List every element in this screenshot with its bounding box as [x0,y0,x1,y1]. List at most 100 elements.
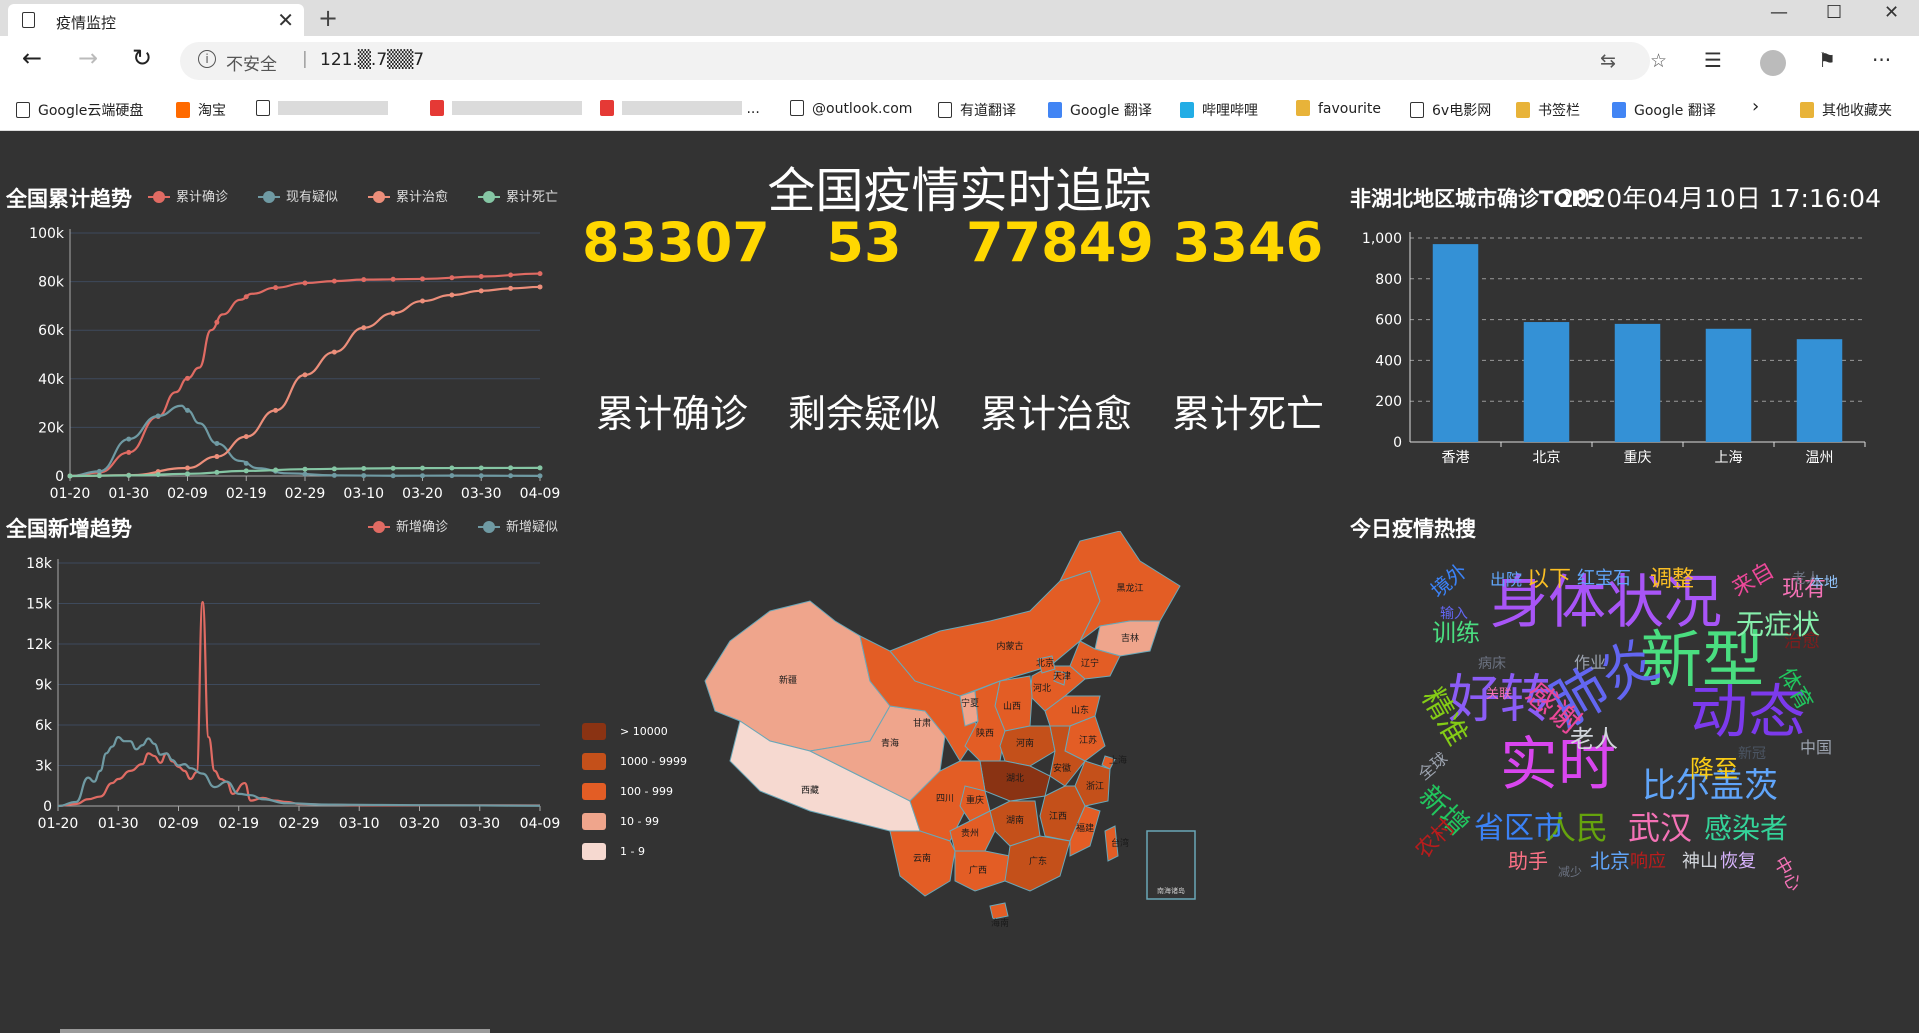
map-legend-item[interactable]: 10 - 99 [582,811,659,831]
minimize-icon[interactable]: — [1770,2,1788,23]
hot-word[interactable]: 省区市 [1474,814,1564,844]
hot-word[interactable]: 新冠 [1738,747,1766,761]
hot-word[interactable]: 老人 [1792,572,1820,586]
security-status: 不安全 [226,55,277,75]
legend-cured[interactable]: 累计治愈 [368,186,448,205]
y-tick-label: 0 [43,799,52,815]
hot-word[interactable]: 治愈 [1784,633,1820,651]
bookmarks-overflow-chevron-icon[interactable]: › [1752,96,1759,117]
bookmark-item[interactable]: favourite [1296,100,1381,117]
bookmark-item[interactable]: 哔哩哔哩 [1180,100,1258,120]
hot-word[interactable]: 关联 [1486,688,1512,701]
bookmark-item[interactable]: ... [600,100,760,117]
new-tab-icon[interactable]: + [318,4,338,32]
doc-icon [16,102,30,118]
bookmark-item[interactable]: 6v电影网 [1410,100,1491,120]
bookmark-item[interactable]: @outlook.com [790,100,912,117]
y-tick-label: 18k [26,556,53,572]
data-point [96,473,102,479]
favorites-list-icon[interactable]: ☰ [1704,48,1722,72]
legend-confirmed[interactable]: 累计确诊 [148,186,228,205]
hot-word[interactable]: 病床 [1478,657,1506,671]
region-hainan[interactable] [989,902,1009,920]
bookmark-item[interactable]: Google 翻译 [1048,100,1152,120]
close-tab-icon[interactable]: ✕ [277,8,294,32]
legend-suspect[interactable]: 现有疑似 [258,186,338,205]
hot-word[interactable]: 调整 [1650,569,1694,591]
region-label: 广东 [1029,855,1047,867]
tab-title: 疫情监控 [56,14,117,32]
region-label: 天津 [1053,671,1071,682]
map-legend-item[interactable]: 1 - 9 [582,841,645,861]
hot-word[interactable]: 减少 [1558,866,1582,878]
hot-word[interactable]: 恢复 [1720,853,1756,871]
map-legend-item[interactable]: 1000 - 9999 [582,751,687,771]
region-label: 上海 [1109,754,1127,766]
horizontal-scrollbar[interactable] [60,1029,490,1033]
bookmark-item[interactable]: Google 翻译 [1612,100,1716,120]
browser-tab[interactable]: 疫情监控 ✕ [8,4,304,36]
favorite-star-icon[interactable]: ☆ [1650,50,1667,72]
hot-word[interactable]: 出院 [1490,572,1522,588]
hot-word[interactable]: 响应 [1630,853,1666,871]
hot-word[interactable]: 全球 [1414,749,1451,784]
bookmark-item[interactable]: 书签栏 [1516,100,1580,120]
bookmark-item[interactable] [256,100,388,117]
profile-avatar[interactable] [1760,50,1786,76]
hot-word[interactable]: 降至 [1690,757,1738,781]
hot-word[interactable]: 来自 [1728,558,1779,602]
legend-new-suspect[interactable]: 新增疑似 [478,516,558,535]
bookmark-item[interactable] [430,100,582,117]
feedback-icon[interactable]: ⚑ [1818,48,1836,72]
browser-tab-strip: 疫情监控 ✕ + — ☐ ✕ [0,0,1919,36]
refresh-icon[interactable]: ↻ [132,44,152,72]
maximize-icon[interactable]: ☐ [1826,2,1842,23]
hot-word[interactable]: 神山 [1682,853,1718,871]
bookmark-item[interactable]: 淘宝 [176,100,226,120]
data-point [214,469,220,475]
window-close-icon[interactable]: ✕ [1884,2,1899,23]
y-tick-label: 0 [55,469,64,485]
south-sea-inset: 南海诸岛 [1146,830,1196,900]
bookmark-item[interactable]: 有道翻译 [938,100,1016,120]
bookmark-label: Google 翻译 [1634,103,1716,119]
translate-page-icon[interactable]: ⇆ [1600,50,1616,72]
map-legend-item[interactable]: 100 - 999 [582,781,673,801]
data-point [273,407,279,413]
region-xinjiang[interactable] [704,600,891,752]
hot-word[interactable]: 中心 [1769,853,1805,895]
hot-word[interactable]: 感染者 [1704,815,1788,843]
more-menu-icon[interactable]: ··· [1872,48,1891,72]
legend-swatch [582,723,606,740]
bookmark-item[interactable]: Google云端硬盘 [16,100,143,120]
map-legend-item[interactable]: > 10000 [582,721,668,741]
region-label: 台湾 [1111,837,1129,849]
other-favorites[interactable]: 其他收藏夹 [1800,100,1892,120]
data-point [126,472,132,478]
legend-new-confirmed[interactable]: 新增确诊 [368,516,448,535]
hot-word[interactable]: 助手 [1508,851,1548,871]
hot-word[interactable]: 红宝石 [1577,570,1631,588]
url-text[interactable]: 121.▒.7▒▒7 [320,50,424,70]
hot-word[interactable]: 以下 [1527,569,1571,591]
legend-dead[interactable]: 累计死亡 [478,186,558,205]
stat-cured-value: 77849 [966,211,1154,274]
region-label: 河北 [1033,682,1051,694]
address-bar[interactable]: i 不安全 | 121.▒.7▒▒7 ⇆ ☆ [180,42,1667,80]
translate-icon [1048,102,1062,118]
hot-word[interactable]: 中国 [1800,740,1832,756]
site-info-icon[interactable]: i [198,50,216,68]
data-point [273,285,279,291]
x-tick-label: 02-19 [226,486,267,502]
hot-word[interactable]: 北京 [1590,851,1630,871]
forward-icon[interactable]: → [78,44,98,72]
hot-word[interactable]: 境外 [1426,558,1472,602]
hot-word[interactable]: 训练 [1432,621,1480,645]
hot-word[interactable]: 老人 [1570,727,1618,751]
data-point [537,473,543,479]
hot-word[interactable]: 输入 [1440,607,1468,621]
hot-word[interactable]: 武汉 [1628,812,1692,844]
back-icon[interactable]: ← [22,44,42,72]
hot-word[interactable]: 作业 [1574,655,1606,671]
region-label: 重庆 [966,794,984,806]
